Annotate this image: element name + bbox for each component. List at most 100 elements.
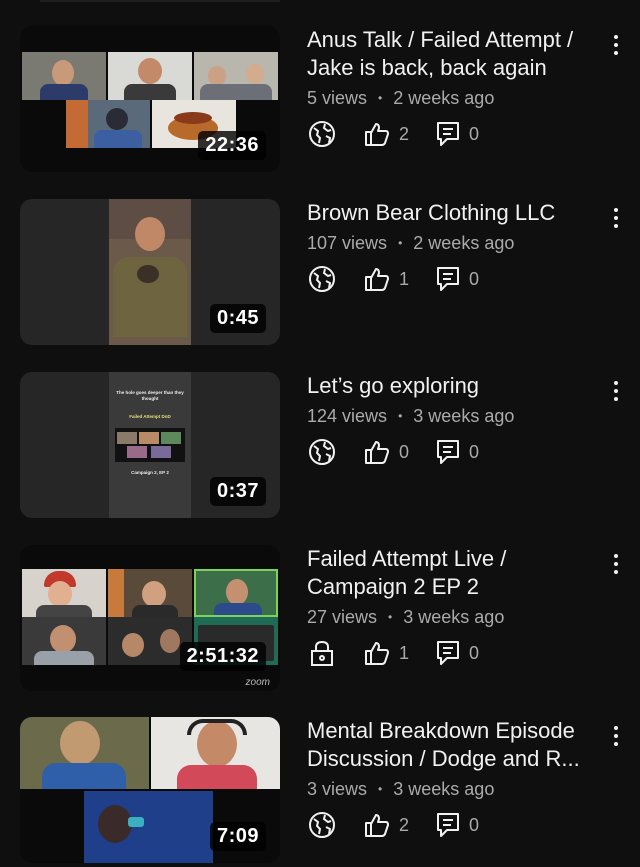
video-thumbnail[interactable]: 2:51:32 zoom [20,545,280,691]
upload-age: 2 weeks ago [413,233,515,253]
comment-count: 0 [469,814,480,835]
video-duration: 22:36 [198,131,266,160]
more-options-button[interactable] [610,721,622,751]
like-stat: 0 [363,438,409,466]
video-stats: 0 0 [307,437,597,467]
video-meta: 5 views • 2 weeks ago [307,88,597,109]
upload-age: 3 weeks ago [393,779,495,799]
video-info: Let’s go exploring 124 views • 3 weeks a… [307,372,597,467]
vertical-video-frame [109,199,191,345]
video-item[interactable]: 0:45 Brown Bear Clothing LLC 107 views •… [0,199,640,349]
video-title[interactable]: Let’s go exploring [307,372,597,400]
globe-icon [309,812,335,838]
visibility-status [307,264,337,294]
view-count: 5 views [307,88,368,108]
participant-tile [20,717,149,789]
thumbs-up-icon [365,814,389,837]
more-options-button[interactable] [610,30,622,60]
participant-tile [108,52,192,100]
comment-stat: 0 [435,811,479,839]
comment-icon [437,641,460,665]
like-count: 1 [399,268,410,289]
comment-icon [437,267,460,291]
upload-age: 3 weeks ago [413,406,515,426]
video-thumbnail[interactable]: The hole goes deeper than they thought F… [20,372,280,518]
meta-separator: • [398,236,403,250]
video-stats: 2 0 [307,810,597,840]
video-title[interactable]: Mental Breakdown Episode Discussion / Do… [307,717,597,773]
video-duration: 2:51:32 [179,642,266,671]
participant-tile [84,791,213,863]
like-stat: 2 [363,120,409,148]
comment-icon [437,813,460,837]
video-thumbnail[interactable]: 22:36 [20,26,280,172]
visibility-status [307,810,337,840]
more-vert-icon [614,726,618,730]
video-title[interactable]: Failed Attempt Live / Campaign 2 EP 2 [307,545,597,601]
upload-age: 3 weeks ago [403,607,505,627]
participant-tile [22,52,106,100]
more-options-button[interactable] [610,376,622,406]
globe-icon [309,121,335,147]
comment-count: 0 [469,268,480,289]
like-stat: 2 [363,811,409,839]
like-count: 1 [399,642,410,663]
participant-tile [22,569,106,617]
comment-count: 0 [469,123,480,144]
meta-separator: • [378,91,383,105]
video-stats: 2 0 [307,119,597,149]
like-stat: 1 [363,265,409,293]
video-info: Mental Breakdown Episode Discussion / Do… [307,717,597,840]
more-options-button[interactable] [610,549,622,579]
view-count: 107 views [307,233,388,253]
meta-separator: • [378,782,383,796]
like-count: 2 [399,814,410,835]
video-item[interactable]: The hole goes deeper than they thought F… [0,372,640,522]
more-vert-icon [614,554,618,558]
video-item[interactable]: 7:09 Mental Breakdown Episode Discussion… [0,717,640,867]
participant-tile [194,52,278,100]
video-info: Brown Bear Clothing LLC 107 views • 2 we… [307,199,597,294]
video-meta: 124 views • 3 weeks ago [307,406,597,427]
view-count: 27 views [307,607,378,627]
vertical-video-frame: The hole goes deeper than they thought F… [109,372,191,518]
thumb-caption: The hole goes deeper than they thought [116,390,184,401]
meta-separator: • [398,409,403,423]
visibility-status [307,119,337,149]
like-count: 0 [399,441,410,462]
meta-separator: • [388,610,393,624]
comment-stat: 0 [435,120,479,148]
video-item[interactable]: 22:36 Anus Talk / Failed Attempt / Jake … [0,26,640,176]
more-vert-icon [614,208,618,212]
comment-stat: 0 [435,265,479,293]
globe-icon [309,266,335,292]
upload-age: 2 weeks ago [393,88,495,108]
thumbs-up-icon [365,268,389,291]
more-vert-icon [614,35,618,39]
comment-count: 0 [469,441,480,462]
comment-count: 0 [469,642,480,663]
more-options-button[interactable] [610,203,622,233]
video-duration: 7:09 [209,822,266,851]
video-thumbnail[interactable]: 7:09 [20,717,280,863]
video-title[interactable]: Brown Bear Clothing LLC [307,199,597,227]
video-item[interactable]: 2:51:32 zoom Failed Attempt Live / Campa… [0,545,640,695]
view-count: 3 views [307,779,368,799]
comment-icon [437,440,460,464]
thumbs-up-icon [365,123,389,146]
video-thumbnail[interactable]: 0:45 [20,199,280,345]
thumb-channel-label: Failed Attempt DnD [129,414,171,419]
globe-icon [309,439,335,465]
like-count: 2 [399,123,410,144]
comment-icon [437,122,460,146]
video-title[interactable]: Anus Talk / Failed Attempt / Jake is bac… [307,26,597,82]
thumbs-up-icon [365,642,389,665]
video-info: Failed Attempt Live / Campaign 2 EP 2 27… [307,545,597,668]
video-duration: 0:45 [209,304,266,333]
video-stats: 1 0 [307,638,597,668]
participant-tile [151,717,280,789]
thumbs-up-icon [365,441,389,464]
lock-icon [311,640,333,666]
comment-stat: 0 [435,639,479,667]
participant-tile [66,100,150,148]
